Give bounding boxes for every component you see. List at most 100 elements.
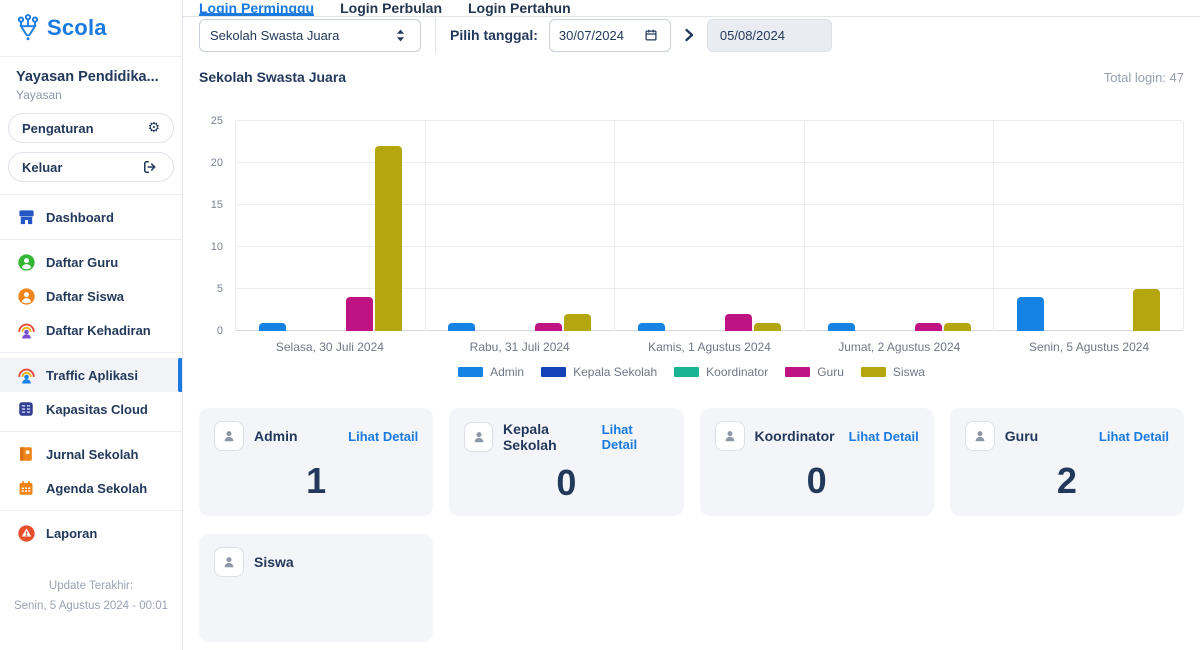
logout-icon [140, 160, 160, 175]
legend-label: Koordinator [706, 365, 768, 379]
teacher-person-icon [16, 252, 36, 272]
legend-label: Admin [490, 365, 524, 379]
bar-slot [695, 121, 724, 331]
sidebar-item-daftar-guru[interactable]: Daftar Guru [0, 245, 182, 279]
bar-slot [287, 121, 316, 331]
attendance-rainbow-person-icon [16, 320, 36, 340]
bar-slot [534, 121, 563, 331]
legend-item-kepala-sekolah[interactable]: Kepala Sekolah [541, 365, 657, 379]
scola-logo-icon [16, 13, 40, 43]
stat-card-title: Siswa [254, 554, 294, 570]
bar-slot [447, 121, 476, 331]
last-update-label: Update Terakhir: [10, 577, 172, 597]
lihat-detail-link[interactable]: Lihat Detail [849, 429, 919, 444]
stat-cards-panel: Admin Lihat Detail 1 Kepala Sekolah Liha… [183, 395, 1200, 650]
report-warning-icon [16, 523, 36, 543]
sidebar-item-label: Daftar Siswa [46, 289, 124, 304]
bar-guru[interactable] [535, 323, 562, 331]
y-tick-label: 10 [211, 241, 223, 253]
bar-slot [345, 121, 374, 331]
lihat-detail-link[interactable]: Lihat Detail [1099, 429, 1169, 444]
bar-admin[interactable] [828, 323, 855, 331]
stat-card-value: 1 [214, 460, 418, 502]
bar-slot [563, 121, 592, 331]
date-picker-label: Pilih tanggal: [450, 27, 538, 43]
sidebar-item-daftar-kehadiran[interactable]: Daftar Kehadiran [0, 313, 182, 347]
traffic-rainbow-person-icon [16, 365, 36, 385]
last-update-value: Senin, 5 Agustus 2024 - 00:01 [10, 597, 172, 617]
legend-swatch [674, 367, 699, 377]
storefront-icon [16, 207, 36, 227]
sidebar-item-laporan[interactable]: Laporan [0, 516, 182, 550]
sidebar-divider [0, 510, 182, 511]
lihat-detail-link[interactable]: Lihat Detail [348, 429, 418, 444]
bar-slot [476, 121, 505, 331]
bar-siswa[interactable] [1133, 289, 1160, 331]
stat-card-title: Koordinator [755, 428, 835, 444]
sidebar-nav: Dashboard Daftar Guru Daftar Siswa Daft [0, 195, 182, 555]
sidebar-item-traffic-aplikasi[interactable]: Traffic Aplikasi [0, 358, 182, 392]
bar-slot [258, 121, 287, 331]
tab-login-pertahun[interactable]: Login Pertahun [468, 0, 571, 16]
bar-admin[interactable] [259, 323, 286, 331]
tab-login-perbulan[interactable]: Login Perbulan [340, 0, 442, 16]
bar-siswa[interactable] [375, 146, 402, 331]
chart-header: Sekolah Swasta Juara Total login: 47 [199, 69, 1184, 85]
person-icon [214, 547, 244, 577]
bar-guru[interactable] [915, 323, 942, 331]
sidebar-item-daftar-siswa[interactable]: Daftar Siswa [0, 279, 182, 313]
bar-siswa[interactable] [944, 323, 971, 331]
bar-admin[interactable] [1017, 297, 1044, 331]
bar-siswa[interactable] [564, 314, 591, 331]
logout-button[interactable]: Keluar [8, 152, 174, 182]
bar-slot [753, 121, 782, 331]
stat-card-value: 0 [464, 462, 668, 504]
org-name: Yayasan Pendidika... [16, 69, 166, 85]
stat-card-header: Siswa [214, 547, 418, 577]
bar-guru[interactable] [346, 297, 373, 331]
legend-item-guru[interactable]: Guru [785, 365, 844, 379]
legend-label: Siswa [893, 365, 925, 379]
sidebar-item-jurnal-sekolah[interactable]: Jurnal Sekolah [0, 437, 182, 471]
legend-swatch [541, 367, 566, 377]
sidebar-item-kapasitas-cloud[interactable]: Kapasitas Cloud [0, 392, 182, 426]
bar-slot [724, 121, 753, 331]
lihat-detail-link[interactable]: Lihat Detail [602, 422, 669, 452]
legend-item-siswa[interactable]: Siswa [861, 365, 925, 379]
date-from-value: 30/07/2024 [559, 28, 624, 43]
stat-card-header: Koordinator Lihat Detail [715, 421, 919, 451]
student-person-icon [16, 286, 36, 306]
legend-item-admin[interactable]: Admin [458, 365, 524, 379]
stat-card: Guru Lihat Detail 2 [950, 408, 1184, 516]
y-tick-label: 5 [217, 283, 223, 295]
sidebar-item-label: Kapasitas Cloud [46, 402, 148, 417]
logout-button-label: Keluar [22, 160, 62, 175]
logo[interactable]: Scola [0, 0, 182, 57]
settings-button-label: Pengaturan [22, 121, 94, 136]
sidebar-item-label: Jurnal Sekolah [46, 447, 138, 462]
plot-area [235, 121, 1184, 331]
stat-card-title: Admin [254, 428, 298, 444]
sidebar-item-agenda-sekolah[interactable]: Agenda Sekolah [0, 471, 182, 505]
chart-legend: Admin Kepala Sekolah Koordinator Guru Siswa [199, 365, 1184, 379]
legend-item-koordinator[interactable]: Koordinator [674, 365, 768, 379]
bar-slot [856, 121, 885, 331]
bar-group [805, 121, 995, 331]
bar-siswa[interactable] [754, 323, 781, 331]
calendar-picker-icon [641, 28, 661, 43]
sidebar-item-dashboard[interactable]: Dashboard [0, 200, 182, 234]
date-to-value: 05/08/2024 [720, 28, 785, 43]
settings-button[interactable]: Pengaturan ⚙ [8, 113, 174, 143]
bar-slot [1132, 121, 1161, 331]
bar-admin[interactable] [638, 323, 665, 331]
date-from-input[interactable]: 30/07/2024 [549, 19, 671, 52]
school-select[interactable]: Sekolah Swasta Juara [199, 19, 421, 52]
bar-guru[interactable] [725, 314, 752, 331]
bar-slot [885, 121, 914, 331]
stat-card-value: 0 [715, 460, 919, 502]
person-icon [965, 421, 995, 451]
bar-admin[interactable] [448, 323, 475, 331]
date-to-input[interactable]: 05/08/2024 [707, 19, 832, 52]
tab-login-perminggu[interactable]: Login Perminggu [199, 0, 314, 16]
org-type: Yayasan [16, 88, 166, 102]
